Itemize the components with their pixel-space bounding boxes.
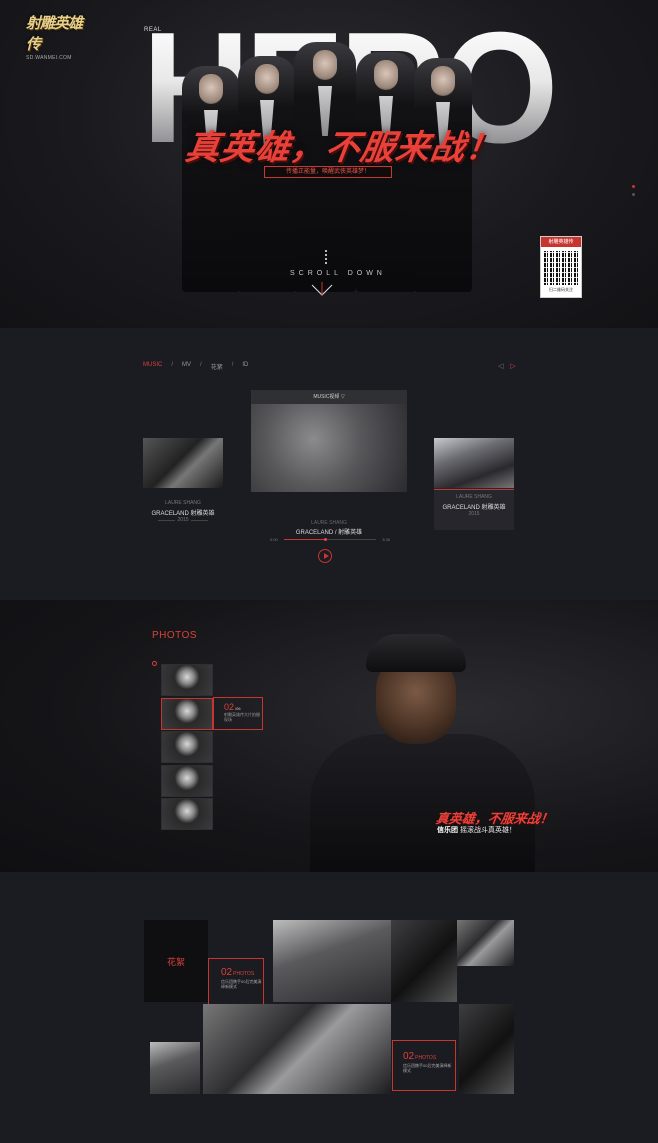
qr-title: 射雕英雄传 — [541, 237, 581, 247]
music-cover-image — [434, 438, 514, 488]
qr-caption: 扫二维码关注 — [549, 287, 573, 292]
logo-url: SD.WANMEI.COM — [26, 55, 72, 61]
music-section: MUSIC / MV / 花絮 / ID ◁ ▷ LAURE SHANG GRA… — [0, 328, 658, 600]
active-underline — [434, 489, 514, 490]
music-song: GRACELAND 射雕英雄 — [151, 511, 215, 517]
photo-thumbnail[interactable] — [161, 798, 213, 830]
tab-id[interactable]: ID — [242, 362, 248, 371]
music-song: GRACELAND / 射雕英雄 — [295, 530, 363, 536]
tab-separator: / — [200, 362, 202, 368]
music-artist: LAURE SHANG — [456, 494, 492, 500]
section-nav-dots[interactable] — [632, 185, 635, 201]
active-photo-caption: 02/06 射雕英雄传大片拍摄现场 — [213, 697, 263, 730]
gallery-caption-box[interactable]: 02PHOTOS 信乐团携手00后完美演绎新模式 — [208, 958, 264, 1006]
tab-separator: / — [171, 362, 174, 368]
play-button[interactable] — [318, 549, 332, 563]
real-label: REAL — [144, 27, 162, 33]
gallery-label: 花絮 — [166, 957, 185, 967]
photo-thumbnail[interactable] — [161, 697, 213, 730]
music-cover-image — [143, 438, 223, 488]
qr-code-icon — [544, 251, 578, 285]
gallery-photo[interactable] — [457, 920, 514, 966]
now-playing-info: LAURE SHANG GRACELAND / 射雕英雄 — [251, 520, 407, 536]
photos-title: PHOTOS — [152, 630, 198, 641]
prev-arrow-icon[interactable]: ◁ — [498, 363, 503, 370]
photo-thumbnail-list — [161, 664, 213, 832]
featured-portrait — [300, 624, 555, 872]
carousel-pager: ◁ ▷ — [498, 362, 516, 370]
progress-track[interactable] — [284, 538, 376, 541]
music-year: 2015 — [175, 517, 191, 523]
photos-section: PHOTOS 02/06 射雕英雄传大片拍摄现场 真英雄，不服来战！ 信乐团 摇… — [0, 600, 658, 872]
tab-mv[interactable]: MV — [182, 362, 191, 371]
photo-index: 02/06 — [224, 702, 241, 712]
chevron-down-icon[interactable] — [311, 282, 333, 298]
logo-text: 射雕英雄传 — [26, 14, 83, 53]
gallery-photo[interactable] — [150, 1042, 200, 1094]
section-dot[interactable] — [632, 185, 635, 188]
gallery-photo[interactable] — [273, 920, 391, 1002]
tab-behind-scenes[interactable]: 花絮 — [211, 362, 223, 371]
mv-label: MUSIC视频 ▽ — [251, 390, 407, 404]
gallery-photo[interactable] — [203, 1004, 391, 1094]
music-card-right[interactable]: LAURE SHANG GRACELAND 射雕英雄 2015 — [434, 438, 514, 530]
progress-handle[interactable] — [323, 538, 327, 541]
progress-fill — [284, 539, 326, 540]
gallery-label-tile: 花絮 — [144, 920, 208, 1002]
gallery-caption-box[interactable]: 02PHOTOS 信乐团携手00后完美演绎新模式 — [392, 1040, 456, 1091]
time-end: 3:36 — [382, 537, 390, 542]
tab-music[interactable]: MUSIC — [143, 362, 162, 371]
photo-thumbnail[interactable] — [161, 764, 213, 797]
next-arrow-icon[interactable]: ▷ — [510, 363, 515, 370]
video-thumbnail[interactable] — [251, 404, 407, 492]
site-logo[interactable]: 射雕英雄传 SD.WANMEI.COM — [26, 12, 92, 61]
photos-sub-slogan: 信乐团 摇滚战斗真英雄！ — [437, 827, 516, 834]
gallery-section: 花絮 02PHOTOS 信乐团携手00后完美演绎新模式 02PHOTOS 信乐团… — [0, 872, 658, 1143]
hero-slogan: 真英雄，不服来战！ — [182, 128, 504, 168]
music-artist: LAURE SHANG — [311, 520, 347, 526]
timeline-dot — [152, 661, 157, 666]
music-artist: LAURE SHANG — [165, 500, 201, 506]
photo-description: 射雕英雄传大片拍摄现场 — [224, 712, 260, 722]
gallery-photo[interactable] — [459, 1004, 514, 1094]
music-video-player[interactable]: MUSIC视频 ▽ — [251, 390, 407, 492]
hero-section: 射雕英雄传 SD.WANMEI.COM HERO REAL 真英雄，不服来战！ … — [0, 0, 658, 328]
audio-progress[interactable]: 0:00 3:36 — [270, 537, 390, 543]
photo-thumbnail[interactable] — [161, 664, 213, 696]
music-song: GRACELAND 射雕英雄 — [442, 505, 506, 511]
scroll-indicator-dots — [325, 250, 327, 266]
qr-code-panel: 射雕英雄传 扫二维码关注 — [540, 236, 582, 298]
media-tabs: MUSIC / MV / 花絮 / ID — [143, 362, 257, 371]
photo-thumbnail[interactable] — [161, 731, 213, 763]
scroll-down-label[interactable]: SCROLL DOWN — [290, 270, 386, 277]
music-year: 2015 — [468, 511, 480, 517]
gallery-photo[interactable] — [391, 920, 457, 1002]
band-member — [182, 66, 240, 292]
music-card-left[interactable]: LAURE SHANG GRACELAND 射雕英雄 2015 — [143, 438, 223, 554]
hero-sub-slogan: 传播正能量，唤醒武侠英雄梦！ — [264, 166, 392, 178]
tab-separator: / — [231, 362, 234, 368]
band-member — [414, 58, 472, 292]
time-start: 0:00 — [270, 537, 278, 542]
section-dot[interactable] — [632, 193, 635, 196]
